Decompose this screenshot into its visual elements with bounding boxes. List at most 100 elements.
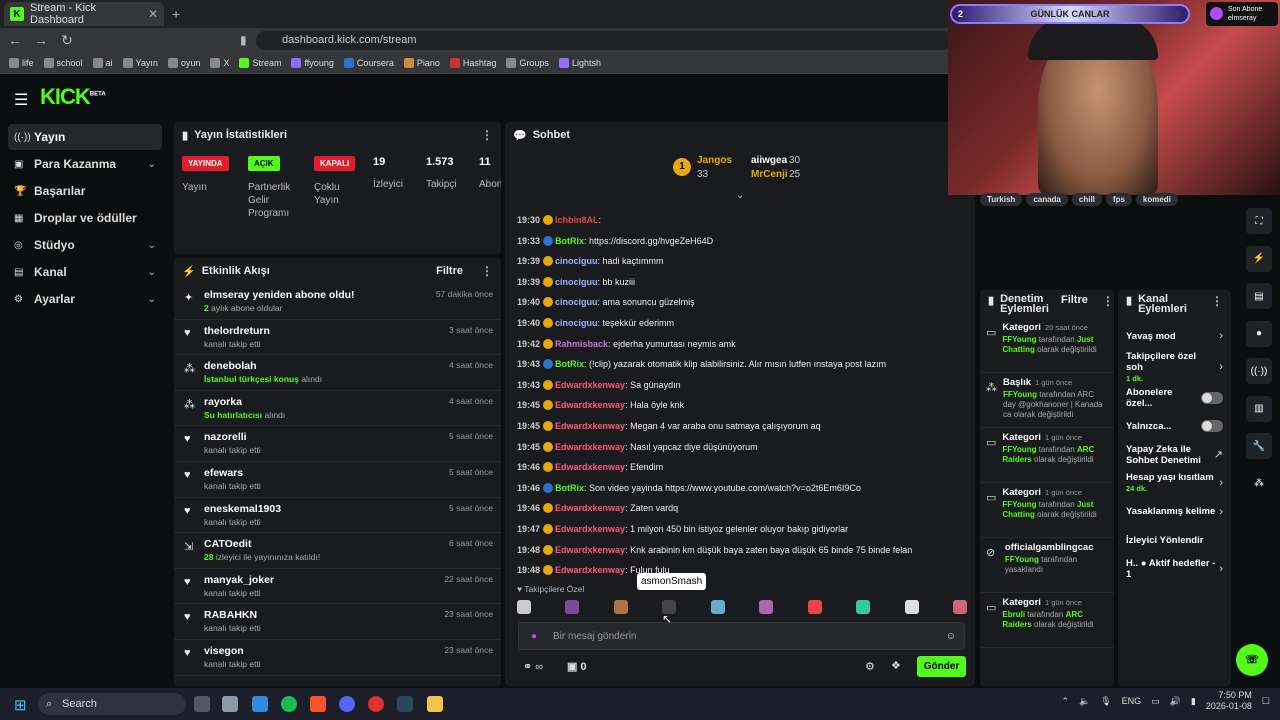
network-icon[interactable]: ▭ <box>1151 696 1160 707</box>
bookmark-item[interactable]: X <box>207 57 232 68</box>
app-icon[interactable] <box>368 696 384 712</box>
activity-user[interactable]: visegon <box>204 645 436 657</box>
chat-username[interactable]: Edwardxkenway <box>555 421 625 431</box>
activity-user[interactable]: eneskemal1903 <box>204 503 441 515</box>
link-icon[interactable]: ⚭ ∞ <box>523 660 543 673</box>
battery-icon[interactable]: ▮ <box>1191 696 1196 707</box>
chat-username[interactable]: cinociguu <box>555 297 598 307</box>
mod-actor[interactable]: FFYoung <box>1002 445 1036 454</box>
activity-user[interactable]: thelordreturn <box>204 325 441 337</box>
chat-username[interactable]: Edwardxkenway <box>555 524 625 534</box>
browser-tab[interactable]: K Stream - Kick Dashboard ✕ <box>4 2 164 26</box>
users-icon[interactable]: ⁂ <box>1246 471 1272 497</box>
url-field[interactable]: dashboard.kick.com/stream <box>256 31 952 50</box>
activity-user[interactable]: nazorelli <box>204 431 441 443</box>
bookmark-item[interactable]: Groups <box>503 57 552 68</box>
chat-username[interactable]: BotRix <box>555 236 584 246</box>
sidebar-item-4[interactable]: ◎ Stüdyo ⌄ <box>8 232 162 258</box>
reload-icon[interactable]: ↻ <box>56 32 78 49</box>
photos-icon[interactable] <box>252 696 268 712</box>
chat-username[interactable]: cinociguu <box>555 318 598 328</box>
activity-user[interactable]: elmseray yeniden abone oldu! <box>204 289 428 301</box>
mod-actor[interactable]: FFYoung <box>1002 335 1036 344</box>
channel-action-item[interactable]: Takipçilere özel soh 1 dk. › <box>1118 351 1231 384</box>
bookmark-item[interactable]: ai <box>90 57 116 68</box>
channel-action-item[interactable]: Yasaklanmış kelime › <box>1118 498 1231 527</box>
file-explorer-icon[interactable] <box>427 696 443 712</box>
activity-user[interactable]: rayorka <box>204 396 441 408</box>
chevron-up-icon[interactable]: ⌃ <box>1061 696 1069 707</box>
notification-icon[interactable]: ☐ <box>1262 696 1270 707</box>
chat-username[interactable]: Edwardxkenway <box>555 380 625 390</box>
chevron-right-icon[interactable]: › <box>1219 361 1223 373</box>
spotify-icon[interactable] <box>281 696 297 712</box>
bookmark-icon[interactable]: ▮ <box>240 33 247 47</box>
chevron-down-icon[interactable]: ⌄ <box>148 267 156 278</box>
volume-icon[interactable]: 🔊 <box>1170 696 1181 707</box>
chevron-right-icon[interactable]: › <box>1219 330 1223 342</box>
taskbar-search[interactable]: ⌕ Search <box>38 693 186 715</box>
toggle-switch[interactable] <box>1201 391 1223 404</box>
chevron-right-icon[interactable]: › <box>1219 477 1223 489</box>
chat-username[interactable]: Edwardxkenway <box>555 462 625 472</box>
language-indicator[interactable]: ENG <box>1122 696 1142 706</box>
bookmark-item[interactable]: oyun <box>165 57 204 68</box>
channel-action-item[interactable]: Yapay Zeka ile Sohbet Denetimi ↗ <box>1118 441 1231 470</box>
emote-icon[interactable] <box>710 600 725 614</box>
chevron-right-icon[interactable]: › <box>1219 506 1223 518</box>
chat-username[interactable]: cinociguu <box>555 256 598 266</box>
emote-icon[interactable] <box>613 600 628 614</box>
app-icon[interactable] <box>222 696 238 712</box>
emote-icon[interactable] <box>952 600 967 614</box>
filter-button[interactable]: Filtre <box>436 265 463 277</box>
sidebar-item-5[interactable]: ▤ Kanal ⌄ <box>8 259 162 285</box>
more-options-icon[interactable]: ⋮ <box>1102 294 1114 308</box>
bookmark-item[interactable]: Yayın <box>120 57 161 68</box>
gift-icon[interactable]: ❖ <box>891 659 901 672</box>
bookmark-item[interactable]: Lightsh <box>556 57 604 68</box>
stream-tag[interactable]: komedi <box>1135 192 1178 206</box>
bookmark-item[interactable]: ffyoung <box>288 57 336 68</box>
new-tab-icon[interactable]: + <box>172 6 180 22</box>
filter-button[interactable]: Filtre <box>1061 294 1088 306</box>
emote-icon[interactable] <box>759 600 774 614</box>
emoji-icon[interactable]: ☺ <box>946 623 956 650</box>
channel-action-item[interactable]: İzleyici Yönlendir <box>1118 526 1231 555</box>
microphone-icon[interactable]: 🎙 <box>1100 696 1111 707</box>
microphone-icon[interactable]: ● <box>531 623 537 650</box>
close-tab-icon[interactable]: ✕ <box>148 7 158 21</box>
chevron-down-icon[interactable]: ⌄ <box>148 294 156 305</box>
bookmark-item[interactable]: Piano <box>401 57 443 68</box>
chat-username[interactable]: Edwardxkenway <box>555 503 625 513</box>
chat-username[interactable]: BotRix <box>555 483 584 493</box>
emote-icon[interactable] <box>565 600 580 614</box>
fullscreen-icon[interactable]: ⛶ <box>1246 208 1272 234</box>
channel-action-item[interactable]: Hesap yaşı kısıtlam 24 dk. › <box>1118 469 1231 498</box>
chat-settings-icon[interactable]: ⚙ <box>865 660 875 673</box>
document-icon[interactable]: ▤ <box>1246 283 1272 309</box>
chevron-right-icon[interactable]: › <box>1219 563 1223 575</box>
sidebar-item-0[interactable]: ((·)) Yayın <box>8 124 162 150</box>
bolt-icon[interactable]: ⚡ <box>1246 245 1272 272</box>
bookmark-item[interactable]: school <box>41 57 86 68</box>
channel-action-item[interactable]: Abonelere özel... <box>1118 384 1231 413</box>
bookmark-item[interactable]: life <box>6 57 37 68</box>
menu-icon[interactable]: ☰ <box>14 90 28 110</box>
more-options-icon[interactable]: ⋮ <box>1211 294 1223 308</box>
chevron-down-icon[interactable]: ⌄ <box>148 159 156 170</box>
forward-icon[interactable]: → <box>30 32 52 48</box>
chat-username[interactable]: cinociguu <box>555 277 598 287</box>
back-icon[interactable]: ← <box>4 32 26 48</box>
bookmark-item[interactable]: Stream <box>236 57 284 68</box>
sidebar-item-2[interactable]: 🏆 Başarılar <box>8 178 162 204</box>
activity-user[interactable]: denebolah <box>204 360 441 372</box>
more-options-icon[interactable]: ⋮ <box>481 264 493 278</box>
chat-username[interactable]: Rahmisback <box>555 339 608 349</box>
stream-tag[interactable]: fps <box>1105 192 1132 206</box>
chat-icon[interactable]: ● <box>1246 320 1272 347</box>
task-view-icon[interactable] <box>194 696 210 712</box>
chat-username[interactable]: BotRix <box>555 359 584 369</box>
mod-actor[interactable]: FFYoung <box>1005 555 1039 564</box>
stream-tag[interactable]: chill <box>1071 192 1102 206</box>
chat-username[interactable]: Edwardxkenway <box>555 442 625 452</box>
